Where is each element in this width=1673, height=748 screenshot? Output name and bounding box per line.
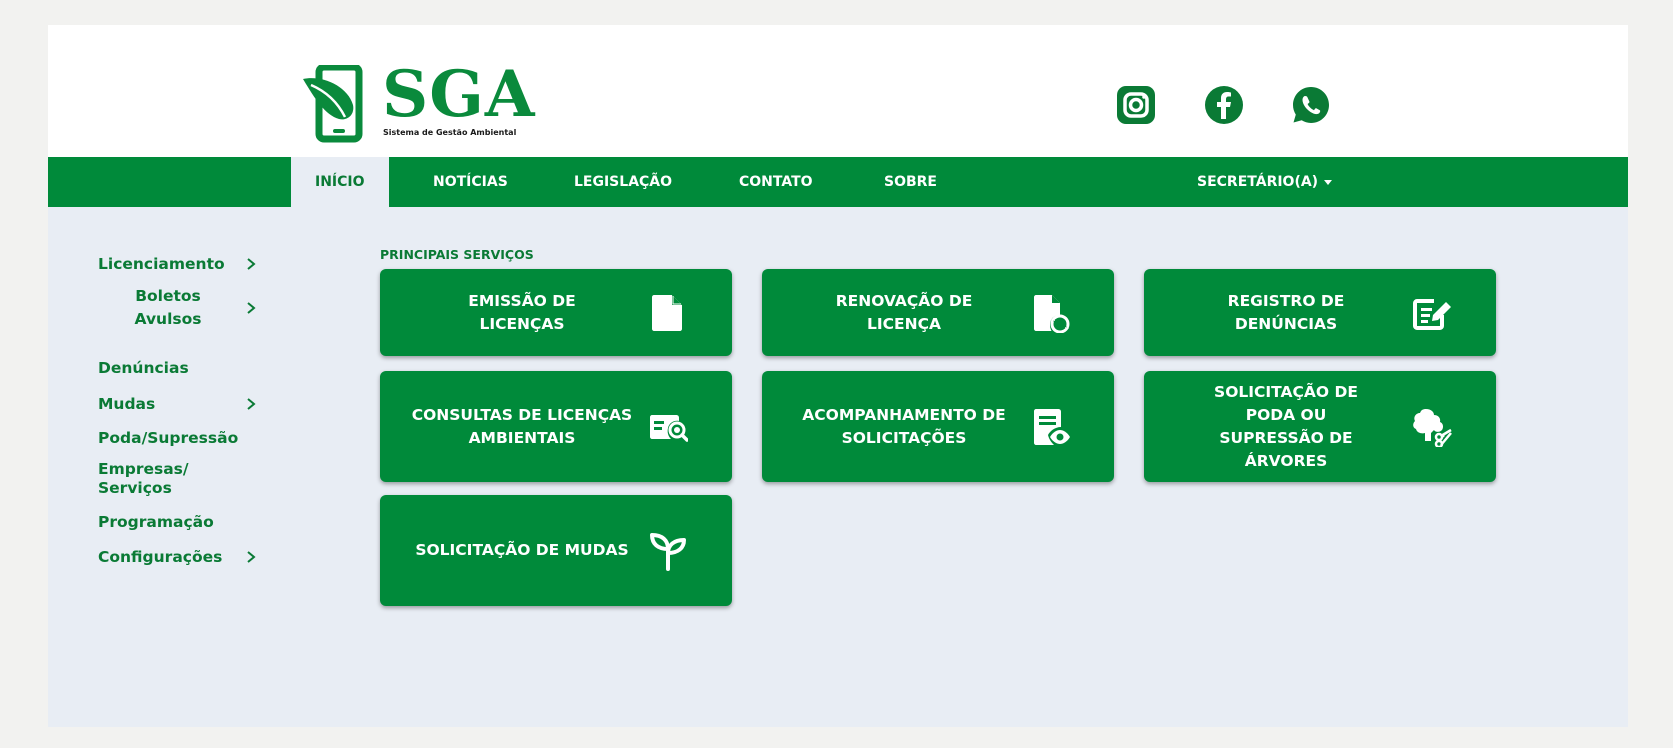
chevron-right-icon (247, 551, 256, 563)
sidebar-item-denuncias[interactable]: Denúncias (98, 359, 258, 377)
sidebar-item-programacao[interactable]: Programação (98, 513, 258, 531)
chevron-right-icon (247, 398, 256, 410)
whatsapp-icon[interactable] (1291, 85, 1331, 125)
caret-down-icon (1324, 179, 1333, 185)
service-card-consultas-licencas[interactable]: CONSULTAS DE LICENÇAS AMBIENTAIS (380, 371, 732, 482)
card-label: CONSULTAS DE LICENÇAS AMBIENTAIS (411, 405, 633, 447)
sidebar-item-poda-supressao[interactable]: Poda/Supressão (98, 429, 258, 447)
search-document-icon (650, 414, 688, 442)
nav-contato[interactable]: CONTATO (739, 157, 813, 207)
sidebar-item-label: Denúncias (98, 359, 189, 377)
section-title: PRINCIPAIS SERVIÇOS (380, 247, 534, 262)
page-frame: SGA Sistema de Gestão Ambiental INÍCIO N… (48, 25, 1628, 727)
sidebar-item-label: Boletos Avulsos (134, 287, 202, 328)
card-label: SOLICITAÇÃO DE MUDAS (415, 541, 629, 559)
service-card-poda-supressao[interactable]: SOLICITAÇÃO DE PODA OU SUPRESSÃO DE ÁRVO… (1144, 371, 1496, 482)
document-icon (652, 294, 682, 331)
nav-noticias[interactable]: NOTÍCIAS (433, 157, 508, 207)
chevron-right-icon (247, 258, 256, 270)
instagram-icon[interactable] (1116, 85, 1156, 125)
header: SGA Sistema de Gestão Ambiental (48, 25, 1628, 157)
chevron-right-icon (247, 302, 256, 314)
nav-sobre[interactable]: SOBRE (884, 157, 937, 207)
sidebar-item-configuracoes[interactable]: Configurações (98, 548, 258, 566)
facebook-icon[interactable] (1204, 85, 1244, 125)
card-label: REGISTRO DE DENÚNCIAS (1227, 291, 1345, 333)
card-label: SOLICITAÇÃO DE PODA OU SUPRESSÃO DE ÁRVO… (1214, 382, 1358, 470)
sidebar-item-label: Programação (98, 513, 214, 531)
card-label: RENOVAÇÃO DE LICENÇA (835, 291, 973, 333)
sidebar-item-label: Poda/Supressão (98, 429, 239, 447)
sidebar-item-label: Mudas (98, 395, 156, 413)
document-renew-icon (1034, 294, 1070, 333)
user-menu-dropdown[interactable]: SECRETÁRIO(A) (1197, 157, 1333, 207)
service-card-emissao-licencas[interactable]: EMISSÃO DE LICENÇAS (380, 269, 732, 356)
user-menu-label: SECRETÁRIO(A) (1197, 174, 1319, 190)
sidebar-item-label: Licenciamento (98, 255, 225, 273)
nav-inicio[interactable]: INÍCIO (291, 157, 389, 207)
service-card-acompanhamento-solicitacoes[interactable]: ACOMPANHAMENTO DE SOLICITAÇÕES (762, 371, 1114, 482)
sidebar-item-label: Configurações (98, 548, 223, 566)
logo[interactable]: SGA Sistema de Gestão Ambiental (301, 57, 551, 143)
sidebar-item-label: Empresas/ Serviços (98, 460, 189, 497)
logo-icon (303, 65, 363, 143)
logo-title: SGA (382, 57, 536, 132)
service-card-solicitacao-mudas[interactable]: SOLICITAÇÃO DE MUDAS (380, 495, 732, 606)
edit-icon (1413, 298, 1451, 330)
card-label: EMISSÃO DE LICENÇAS (468, 291, 576, 333)
sidebar-item-boletos-avulsos[interactable]: Boletos Avulsos (128, 285, 258, 331)
sidebar-item-licenciamento[interactable]: Licenciamento (98, 255, 258, 273)
nav-legislacao[interactable]: LEGISLAÇÃO (574, 157, 672, 207)
service-card-renovacao-licenca[interactable]: RENOVAÇÃO DE LICENÇA (762, 269, 1114, 356)
logo-subtitle: Sistema de Gestão Ambiental (383, 128, 517, 137)
tree-scissors-icon (1413, 408, 1452, 447)
sidebar-item-mudas[interactable]: Mudas (98, 395, 258, 413)
seedling-icon (650, 532, 686, 571)
sidebar-item-empresas-servicos[interactable]: Empresas/ Serviços (98, 460, 189, 498)
main-navbar: INÍCIO NOTÍCIAS LEGISLAÇÃO CONTATO SOBRE… (48, 157, 1628, 207)
card-label: ACOMPANHAMENTO DE SOLICITAÇÕES (802, 405, 1006, 447)
service-card-registro-denuncias[interactable]: REGISTRO DE DENÚNCIAS (1144, 269, 1496, 356)
document-eye-icon (1034, 408, 1070, 445)
